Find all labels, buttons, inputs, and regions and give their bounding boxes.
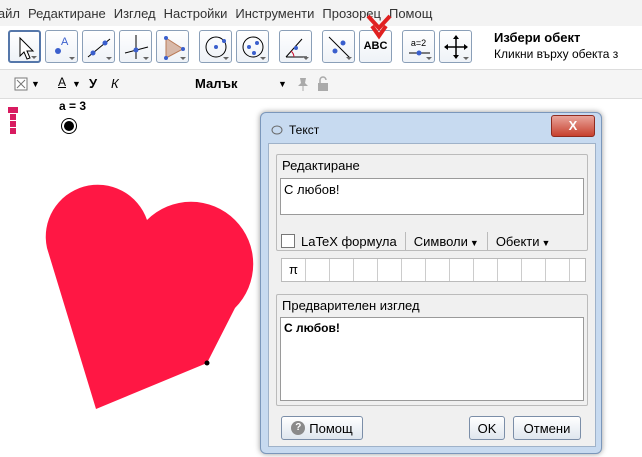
latex-label: LaTeX формула: [301, 233, 397, 249]
options-row: LaTeX формула Символи ▼ Обекти ▼: [281, 232, 586, 250]
objects-label: Обекти: [495, 233, 540, 249]
symbol-cell[interactable]: [402, 259, 426, 281]
preview-text: С любов!: [280, 317, 584, 401]
symbol-cell[interactable]: [522, 259, 546, 281]
help-label: Помощ: [309, 420, 353, 436]
latex-checkbox[interactable]: [281, 234, 295, 248]
objects-dropdown[interactable]: Обекти ▼: [496, 234, 551, 249]
symbol-cell[interactable]: π: [282, 259, 306, 281]
symbols-dropdown[interactable]: Символи ▼: [414, 234, 479, 249]
symbol-table: π: [281, 258, 586, 282]
dialog-title-bar: Текст: [271, 123, 319, 137]
symbol-cell[interactable]: [450, 259, 474, 281]
symbol-cell[interactable]: [426, 259, 450, 281]
symbol-cell[interactable]: [498, 259, 522, 281]
chevron-down-icon: ▼: [541, 237, 551, 248]
dialog-body: Редактиране С любов! LaTeX формула Симво…: [268, 143, 596, 447]
symbol-cell[interactable]: [330, 259, 354, 281]
geogebra-icon: [271, 125, 283, 135]
heart-point[interactable]: [204, 360, 210, 366]
symbol-cell[interactable]: [306, 259, 330, 281]
preview-panel: Предварителен изглед С любов!: [276, 294, 588, 406]
symbol-cell[interactable]: [546, 259, 570, 281]
help-button[interactable]: ? Помощ: [281, 416, 363, 440]
symbol-cell[interactable]: [378, 259, 402, 281]
help-icon: ?: [291, 421, 306, 435]
symbols-label: Символи: [413, 233, 468, 249]
dialog-title: Текст: [289, 123, 320, 137]
chevron-down-icon: ▼: [469, 237, 479, 248]
text-dialog: Текст X Редактиране С любов! LaTeX форму…: [260, 112, 602, 454]
edit-text-input[interactable]: С любов!: [280, 178, 584, 215]
ok-button[interactable]: OK: [469, 416, 505, 440]
close-button[interactable]: X: [551, 115, 595, 137]
symbol-cell[interactable]: [354, 259, 378, 281]
symbol-cell[interactable]: [474, 259, 498, 281]
preview-label: Предварителен изглед: [282, 298, 420, 313]
cancel-button[interactable]: Отмени: [513, 416, 581, 440]
edit-label: Редактиране: [282, 158, 360, 173]
